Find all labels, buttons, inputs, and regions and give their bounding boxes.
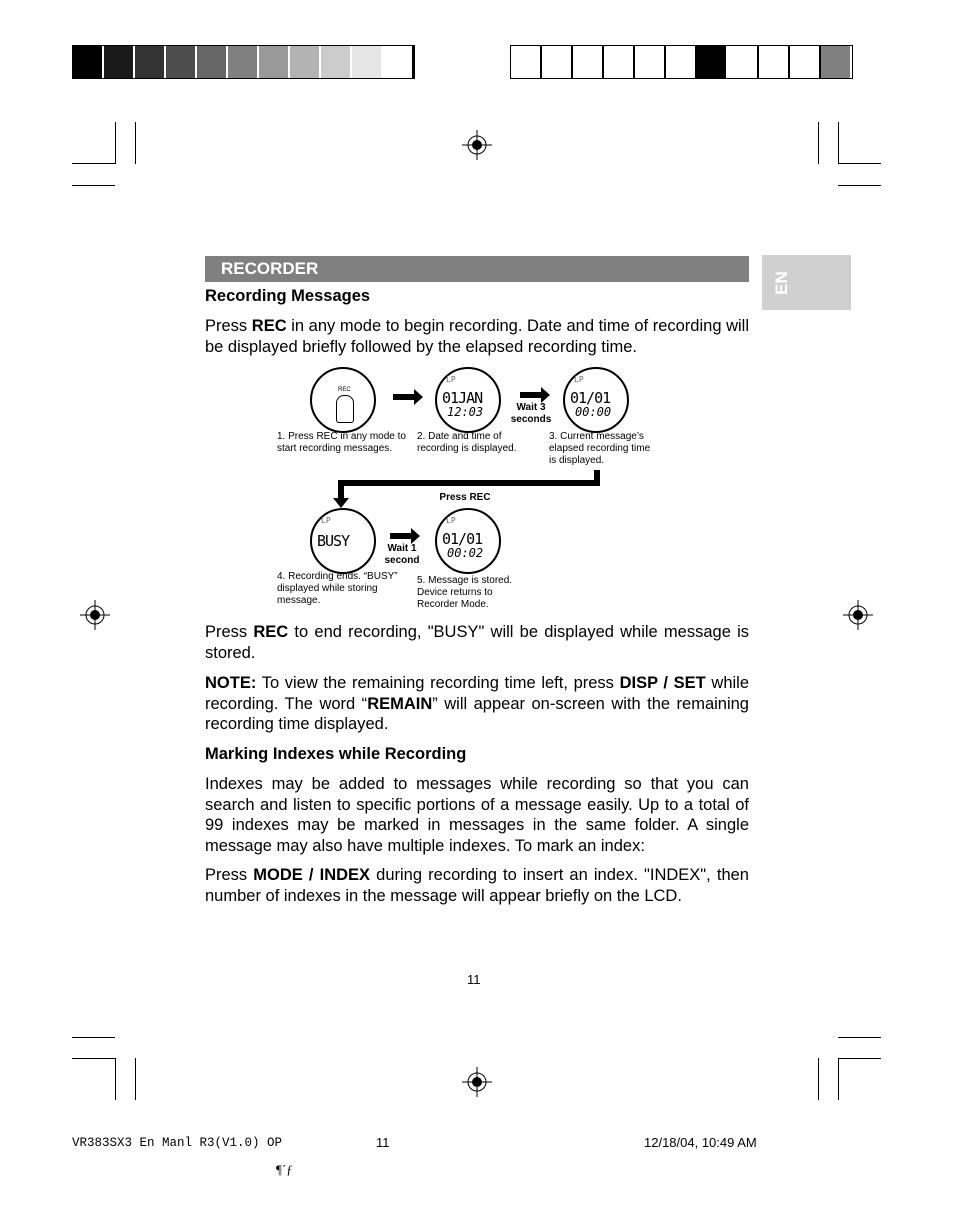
section-title: RECORDER [205, 256, 749, 282]
footer-page: 11 [376, 1135, 390, 1150]
color-swatch [604, 46, 635, 78]
footer-file-name: VR383SX3 En Manl R3(V1.0) OP [72, 1136, 283, 1150]
caption-step-5: 5. Message is stored. Device returns to … [417, 575, 513, 610]
color-calibration-bar-left [72, 45, 415, 79]
language-tab: EN [762, 255, 851, 310]
arrow-icon [520, 387, 550, 403]
arrow-icon [390, 528, 420, 544]
paragraph-end-recording: Press REC to end recording, "BUSY" will … [205, 623, 749, 662]
color-swatch [697, 46, 728, 78]
caption-step-4: 4. Recording ends. “BUSY” displayed whil… [277, 571, 398, 606]
color-swatch [511, 46, 542, 78]
lcd-elapsed-time: LP 01/01 00:00 [563, 367, 629, 433]
color-swatch [383, 46, 414, 78]
paragraph-mode-index: Press MODE / INDEX during recording to i… [205, 866, 749, 905]
lcd-busy: LP BUSY [310, 508, 376, 574]
color-swatch [104, 46, 135, 78]
color-swatch [728, 46, 759, 78]
press-rec-label: Press REC [439, 492, 491, 503]
registration-mark-icon [843, 600, 873, 630]
color-swatch [73, 46, 104, 78]
registration-mark-icon [462, 130, 492, 160]
wait-3-label: Wait 3 seconds [510, 402, 552, 425]
wait-1-label: Wait 1 second [384, 543, 420, 566]
lcd-date-time: LP 01JAN 12:03 [435, 367, 501, 433]
footer-garbled-text: ¶´ƒ [276, 1162, 293, 1177]
paragraph-note: NOTE: To view the remaining recording ti… [205, 674, 750, 733]
heading-marking-indexes: Marking Indexes while Recording [205, 745, 467, 763]
color-swatch [352, 46, 383, 78]
color-swatch [790, 46, 821, 78]
color-swatch [542, 46, 573, 78]
color-swatch [228, 46, 259, 78]
manual-page: RECORDER EN Recording Messages Press REC… [0, 0, 954, 1226]
paragraph-intro: Press REC in any mode to begin recording… [205, 317, 750, 356]
registration-mark-icon [80, 600, 110, 630]
color-swatch [166, 46, 197, 78]
lcd-stored: LP 01/01 00:02 [435, 508, 501, 574]
caption-step-2: 2. Date and time of recording is display… [417, 431, 517, 454]
color-swatch [197, 46, 228, 78]
registration-mark-icon [462, 1067, 492, 1097]
paragraph-indexes: Indexes may be added to messages while r… [205, 775, 749, 855]
footer-date: 12/18/04, 10:49 AM [644, 1135, 757, 1150]
finger-icon [336, 395, 354, 423]
color-swatch [759, 46, 790, 78]
color-swatch [635, 46, 666, 78]
color-swatch [135, 46, 166, 78]
device-rec-button-illustration: REC [310, 367, 376, 433]
color-swatch [290, 46, 321, 78]
color-swatch [666, 46, 697, 78]
page-number: 11 [467, 972, 481, 987]
color-calibration-bar-right [510, 45, 853, 79]
caption-step-1: 1. Press REC in any mode to start record… [277, 431, 406, 454]
language-tab-label: EN [771, 271, 791, 295]
color-swatch [573, 46, 604, 78]
color-swatch [821, 46, 852, 78]
heading-recording-messages: Recording Messages [205, 287, 371, 305]
arrow-icon [393, 389, 423, 405]
caption-step-3: 3. Current message’s elapsed recording t… [549, 431, 651, 466]
color-swatch [259, 46, 290, 78]
color-swatch [321, 46, 352, 78]
